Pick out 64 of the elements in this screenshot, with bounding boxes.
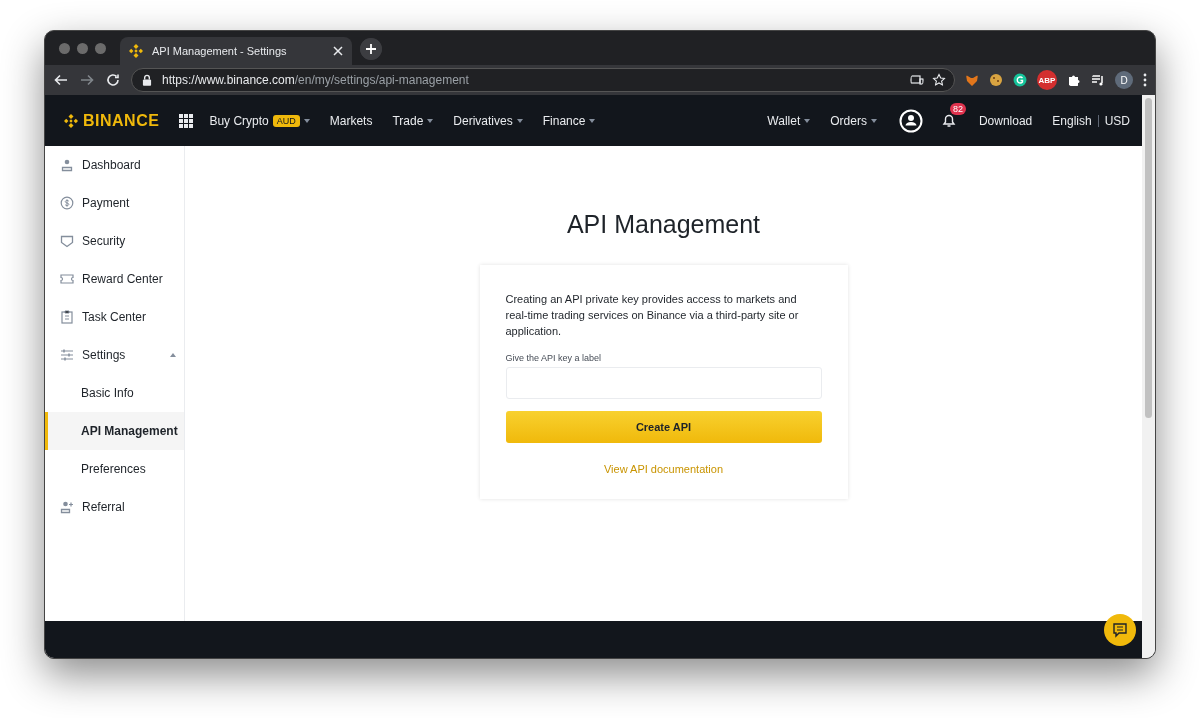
sliders-icon xyxy=(60,348,74,362)
devices-icon[interactable] xyxy=(910,73,924,87)
nav-link[interactable]: Markets xyxy=(329,113,373,128)
lock-icon xyxy=(140,73,154,87)
nav-link[interactable]: Wallet xyxy=(767,113,811,128)
chat-button[interactable] xyxy=(1104,614,1136,646)
puzzle-icon[interactable] xyxy=(1067,73,1081,87)
diamond-logo-icon xyxy=(128,43,144,59)
caret-icon[interactable] xyxy=(170,353,176,357)
back-arrow-icon[interactable] xyxy=(53,72,69,88)
create-api-button[interactable]: Create API xyxy=(505,411,822,443)
sidebar-item[interactable]: Security xyxy=(45,222,184,260)
playlist-icon[interactable] xyxy=(1091,73,1105,87)
chat-icon xyxy=(1112,622,1128,638)
sidebar-subitem[interactable]: Preferences xyxy=(45,450,184,488)
profile-avatar[interactable]: D xyxy=(1115,71,1133,89)
nav-link[interactable]: Buy Crypto AUD xyxy=(209,113,310,128)
nav-link[interactable]: Orders xyxy=(830,113,877,128)
tab-title: API Management - Settings xyxy=(152,45,288,57)
field-label: Give the API key a label xyxy=(505,353,603,363)
address-bar[interactable]: https://www.binance.com/en/my/settings/api-management xyxy=(131,68,955,92)
window-control-button[interactable] xyxy=(59,42,70,54)
sidebar-subitem[interactable]: Basic Info xyxy=(45,374,184,412)
scrollbar[interactable] xyxy=(1142,95,1155,658)
sidebar-item[interactable]: Payment xyxy=(45,184,184,222)
sidebar-subitem[interactable]: API Management xyxy=(45,412,184,450)
add-person-icon xyxy=(60,500,74,514)
close-icon[interactable] xyxy=(332,44,344,58)
window-control-button[interactable] xyxy=(95,42,106,54)
notification-count: 82 xyxy=(949,102,966,115)
fox-icon[interactable] xyxy=(965,73,979,87)
star-icon[interactable] xyxy=(932,73,946,87)
app-grid-icon[interactable] xyxy=(179,113,194,128)
site-logo[interactable]: BINANCE xyxy=(63,111,160,130)
language-link[interactable]: English xyxy=(1052,113,1092,128)
currency-link[interactable]: USD xyxy=(1104,113,1130,128)
nav-link[interactable]: Derivatives xyxy=(453,113,523,128)
forward-arrow-icon[interactable] xyxy=(79,72,95,88)
description-text: Creating an API private key provides access to markets and real-time trading services on Binance via a third-party site or application. xyxy=(505,292,800,339)
page-title: API Management xyxy=(566,210,761,239)
browser-tab[interactable]: API Management - Settings xyxy=(120,37,352,65)
sidebar-item[interactable]: Task Center xyxy=(45,298,184,336)
currency-badge: AUD xyxy=(272,114,300,127)
adblock-icon[interactable]: ABP xyxy=(1037,70,1057,90)
diamond-logo-icon xyxy=(63,112,79,129)
ticket-icon xyxy=(60,272,74,286)
clipboard-icon xyxy=(60,310,74,324)
shield-icon xyxy=(60,234,74,248)
cookie-icon[interactable] xyxy=(989,73,1003,87)
more-menu-icon[interactable] xyxy=(1143,73,1147,87)
sidebar-item[interactable]: Dashboard xyxy=(45,146,184,184)
nav-link[interactable]: Finance xyxy=(542,113,596,128)
sidebar-item[interactable]: Referral xyxy=(45,488,184,526)
nav-link[interactable]: Trade xyxy=(392,113,434,128)
dollar-coin-icon xyxy=(60,196,74,210)
reload-icon[interactable] xyxy=(105,72,121,88)
account-icon[interactable] xyxy=(898,108,923,133)
circle-g-icon[interactable] xyxy=(1013,73,1027,87)
person-icon xyxy=(60,158,74,172)
sidebar-item[interactable]: Settings xyxy=(45,336,184,374)
window-control-button[interactable] xyxy=(77,42,88,54)
url-text: https://www.binance.com/en/my/settings/api-management xyxy=(162,73,469,87)
download-link[interactable]: Download xyxy=(978,113,1033,128)
sidebar-item[interactable]: Reward Center xyxy=(45,260,184,298)
